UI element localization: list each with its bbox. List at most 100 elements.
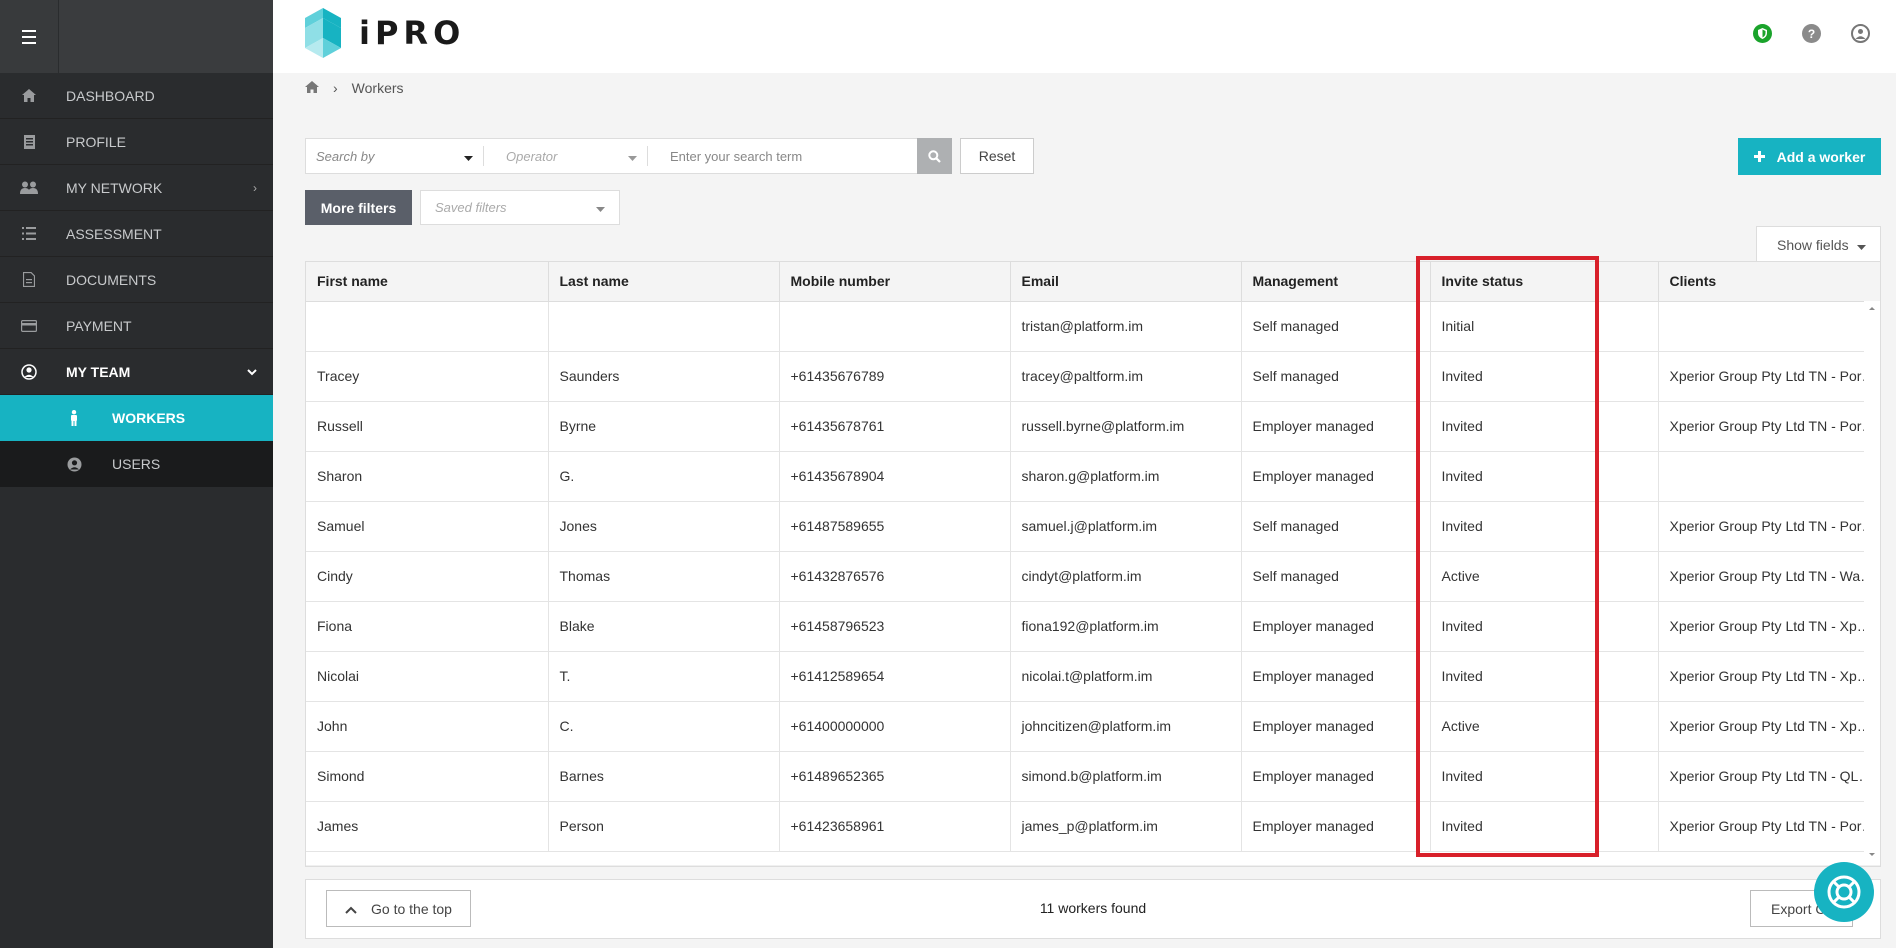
- search-by-select[interactable]: Search by: [306, 139, 483, 173]
- breadcrumb: › Workers: [305, 80, 404, 96]
- cell-mobile-number: +61435678904: [779, 451, 1011, 502]
- caret-down-icon: [464, 149, 473, 164]
- cell-mobile-number: +61432876576: [779, 551, 1011, 602]
- table-row[interactable]: John C. +61400000000 johncitizen@platform.i…: [306, 701, 1880, 752]
- network-icon: [19, 181, 39, 194]
- cell-clients: Xperior Group Pty Ltd TN - Port Si...: [1658, 801, 1880, 852]
- table-row[interactable]: Simond Barnes +61489652365 simond.b@platfor…: [306, 751, 1880, 802]
- cell-last-name: Jones: [548, 501, 780, 552]
- cell-first-name: Nicolai: [306, 651, 549, 702]
- menu-toggle-button[interactable]: [0, 0, 58, 73]
- column-header-email[interactable]: Email: [1010, 262, 1242, 302]
- sidebar-item-dashboard[interactable]: DASHBOARD: [0, 73, 273, 119]
- plus-icon: [1753, 149, 1765, 165]
- sidebar-item-assessment[interactable]: ASSESSMENT: [0, 211, 273, 257]
- caret-down-icon: [1857, 237, 1866, 253]
- team-icon: [19, 363, 39, 380]
- logo-text: iPRO: [359, 14, 466, 52]
- cell-mobile-number: +61400000000: [779, 701, 1011, 752]
- lifebuoy-icon: [1827, 875, 1861, 909]
- cell-clients: Xperior Group Pty Ltd TN - Port Si...: [1658, 351, 1880, 402]
- sidebar-item-documents[interactable]: DOCUMENTS: [0, 257, 273, 303]
- chevron-right-icon: ›: [253, 180, 257, 195]
- column-header-management[interactable]: Management: [1241, 262, 1431, 302]
- home-icon[interactable]: [305, 80, 319, 96]
- sidebar: DASHBOARD PROFILE MY NETWORK › ASSESSMEN…: [0, 0, 273, 948]
- card-icon: [19, 319, 39, 332]
- help-icon[interactable]: ?: [1802, 24, 1821, 43]
- scroll-down-icon: [1869, 853, 1875, 856]
- table-row[interactable]: James Person +61423658961 james_p@platform.…: [306, 801, 1880, 852]
- cell-last-name: Thomas: [548, 551, 780, 602]
- table-row[interactable]: Sharon G. +61435678904 sharon.g@platform.im…: [306, 451, 1880, 502]
- account-icon[interactable]: [1851, 24, 1870, 43]
- table-row[interactable]: Nicolai T. +61412589654 nicolai.t@platform.…: [306, 651, 1880, 702]
- scroll-left-icon: [308, 865, 320, 867]
- table-row[interactable]: Fiona Blake +61458796523 fiona192@platform.…: [306, 601, 1880, 652]
- sidebar-subitem-users[interactable]: USERS: [0, 441, 273, 487]
- saved-filters-select[interactable]: Saved filters: [420, 190, 620, 225]
- cell-management: Employer managed: [1241, 751, 1431, 802]
- user-icon: [64, 457, 84, 472]
- workers-table-container: First name Last name Mobile number Email…: [305, 261, 1881, 867]
- cell-management: Employer managed: [1241, 401, 1431, 452]
- cell-clients: Xperior Group Pty Ltd TN - Port Si...: [1658, 401, 1880, 452]
- cell-mobile-number: +61458796523: [779, 601, 1011, 652]
- cell-email: sharon.g@platform.im: [1010, 451, 1242, 502]
- sidebar-subitem-label: USERS: [112, 456, 161, 472]
- cell-first-name: Simond: [306, 751, 549, 802]
- cell-management: Self managed: [1241, 351, 1431, 402]
- sidebar-brand-area: [58, 0, 273, 73]
- caret-down-icon: [628, 149, 637, 164]
- cell-first-name: John: [306, 701, 549, 752]
- table-row[interactable]: Russell Byrne +61435678761 russell.byrne@pl…: [306, 401, 1880, 452]
- sidebar-item-label: MY NETWORK: [66, 179, 163, 196]
- cell-email: tristan@platform.im: [1010, 301, 1242, 352]
- column-header-first-name[interactable]: First name: [306, 262, 549, 302]
- cell-last-name: Saunders: [548, 351, 780, 402]
- cell-last-name: Person: [548, 801, 780, 852]
- sidebar-item-my-network[interactable]: MY NETWORK ›: [0, 165, 273, 211]
- vertical-scrollbar[interactable]: [1864, 301, 1880, 858]
- show-fields-button[interactable]: Show fields: [1756, 226, 1881, 262]
- more-filters-button[interactable]: More filters: [305, 190, 412, 225]
- table-row[interactable]: Tracey Saunders +61435676789 tracey@paltfor…: [306, 351, 1880, 402]
- chevron-down-icon: [247, 365, 257, 379]
- cell-clients: Xperior Group Pty Ltd TN - Xperio...: [1658, 601, 1880, 652]
- sidebar-item-label: MY TEAM: [66, 363, 131, 380]
- column-header-last-name[interactable]: Last name: [548, 262, 780, 302]
- sidebar-item-label: DOCUMENTS: [66, 271, 157, 288]
- column-header-mobile-number[interactable]: Mobile number: [779, 262, 1011, 302]
- help-chat-button[interactable]: [1814, 862, 1874, 922]
- cell-first-name: Fiona: [306, 601, 549, 652]
- add-worker-button[interactable]: Add a worker: [1738, 138, 1881, 175]
- search-icon: [928, 149, 941, 163]
- worker-icon: [64, 410, 84, 426]
- cell-first-name: Cindy: [306, 551, 549, 602]
- search-input[interactable]: [648, 139, 917, 173]
- horizontal-scrollbar[interactable]: [306, 865, 1880, 867]
- search-button[interactable]: [917, 138, 952, 174]
- table-row[interactable]: Cindy Thomas +61432876576 cindyt@platform.i…: [306, 551, 1880, 602]
- sidebar-subitem-workers[interactable]: WORKERS: [0, 395, 273, 441]
- table-row[interactable]: Samuel Jones +61487589655 samuel.j@platform…: [306, 501, 1880, 552]
- reset-button[interactable]: Reset: [960, 138, 1034, 174]
- app-logo[interactable]: iPRO: [305, 8, 465, 58]
- cell-management: Employer managed: [1241, 651, 1431, 702]
- sidebar-item-my-team[interactable]: MY TEAM: [0, 349, 273, 395]
- cell-clients: Xperior Group Pty Ltd TN - Port Si...: [1658, 501, 1880, 552]
- table-row[interactable]: tristan@platform.im Self managed Initial: [306, 301, 1880, 352]
- search-bar: Search by Operator: [305, 138, 952, 174]
- shield-icon[interactable]: [1753, 24, 1772, 43]
- cell-management: Self managed: [1241, 551, 1431, 602]
- sidebar-item-payment[interactable]: PAYMENT: [0, 303, 273, 349]
- column-header-clients[interactable]: Clients: [1658, 262, 1880, 302]
- operator-select[interactable]: Operator: [484, 139, 647, 173]
- cell-last-name: T.: [548, 651, 780, 702]
- cell-email: nicolai.t@platform.im: [1010, 651, 1242, 702]
- cell-clients: [1658, 301, 1880, 352]
- invite-status-highlight-box: [1416, 256, 1599, 857]
- caret-down-icon: [596, 200, 605, 215]
- list-icon: [19, 227, 39, 240]
- sidebar-item-profile[interactable]: PROFILE: [0, 119, 273, 165]
